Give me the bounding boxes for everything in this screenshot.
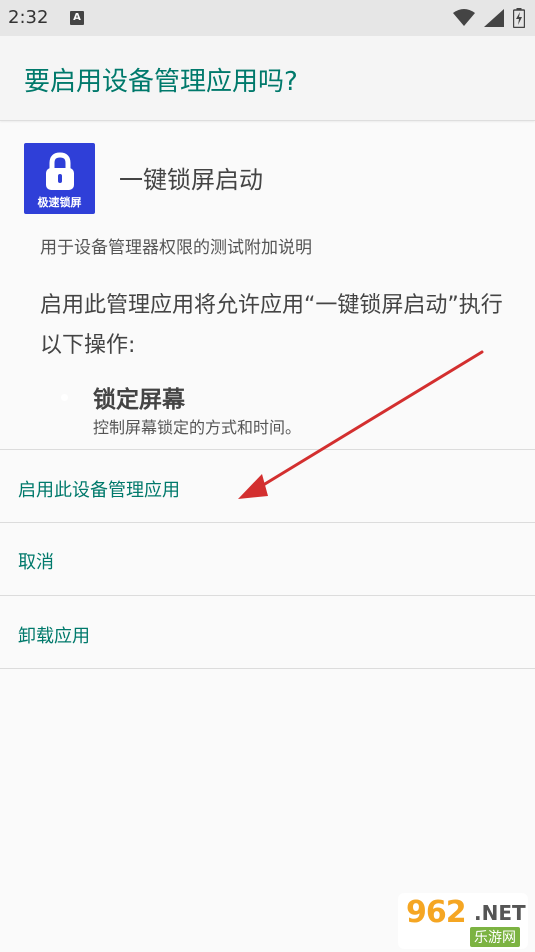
watermark-site: 乐游网 <box>470 927 520 947</box>
permission-description: 控制屏幕锁定的方式和时间。 <box>93 418 302 437</box>
divider <box>0 668 535 669</box>
lock-icon <box>46 152 74 190</box>
status-icons <box>449 7 525 29</box>
wifi-icon <box>452 8 475 26</box>
watermark-logo: 962 .NET 乐游网 <box>398 893 528 949</box>
divider <box>0 595 535 596</box>
battery-charging-icon <box>513 7 525 28</box>
app-icon-label: 极速锁屏 <box>37 196 82 209</box>
signal-icon <box>483 8 504 27</box>
watermark-suffix: .NET <box>474 901 526 925</box>
text-a-icon: A <box>70 11 84 25</box>
watermark-number: 962 <box>406 895 467 930</box>
permission-title: 锁定屏幕 <box>93 387 185 413</box>
uninstall-app-button[interactable]: 卸载应用 <box>18 622 90 648</box>
app-icon: 极速锁屏 <box>24 143 95 214</box>
app-description: 用于设备管理器权限的测试附加说明 <box>40 238 312 258</box>
status-time: 2:32 <box>8 7 49 28</box>
page-title: 要启用设备管理应用吗? <box>24 67 298 97</box>
permission-explanation: 启用此管理应用将允许应用“一键锁屏启动”执行以下操作: <box>40 293 503 358</box>
divider <box>0 522 535 523</box>
dialog-header: 要启用设备管理应用吗? <box>0 36 535 121</box>
status-bar: 2:32 A <box>0 0 535 36</box>
permission-bullet <box>61 394 68 401</box>
divider <box>0 449 535 450</box>
cancel-button[interactable]: 取消 <box>18 548 54 574</box>
app-name: 一键锁屏启动 <box>119 166 263 194</box>
activate-device-admin-button[interactable]: 启用此设备管理应用 <box>18 476 180 502</box>
